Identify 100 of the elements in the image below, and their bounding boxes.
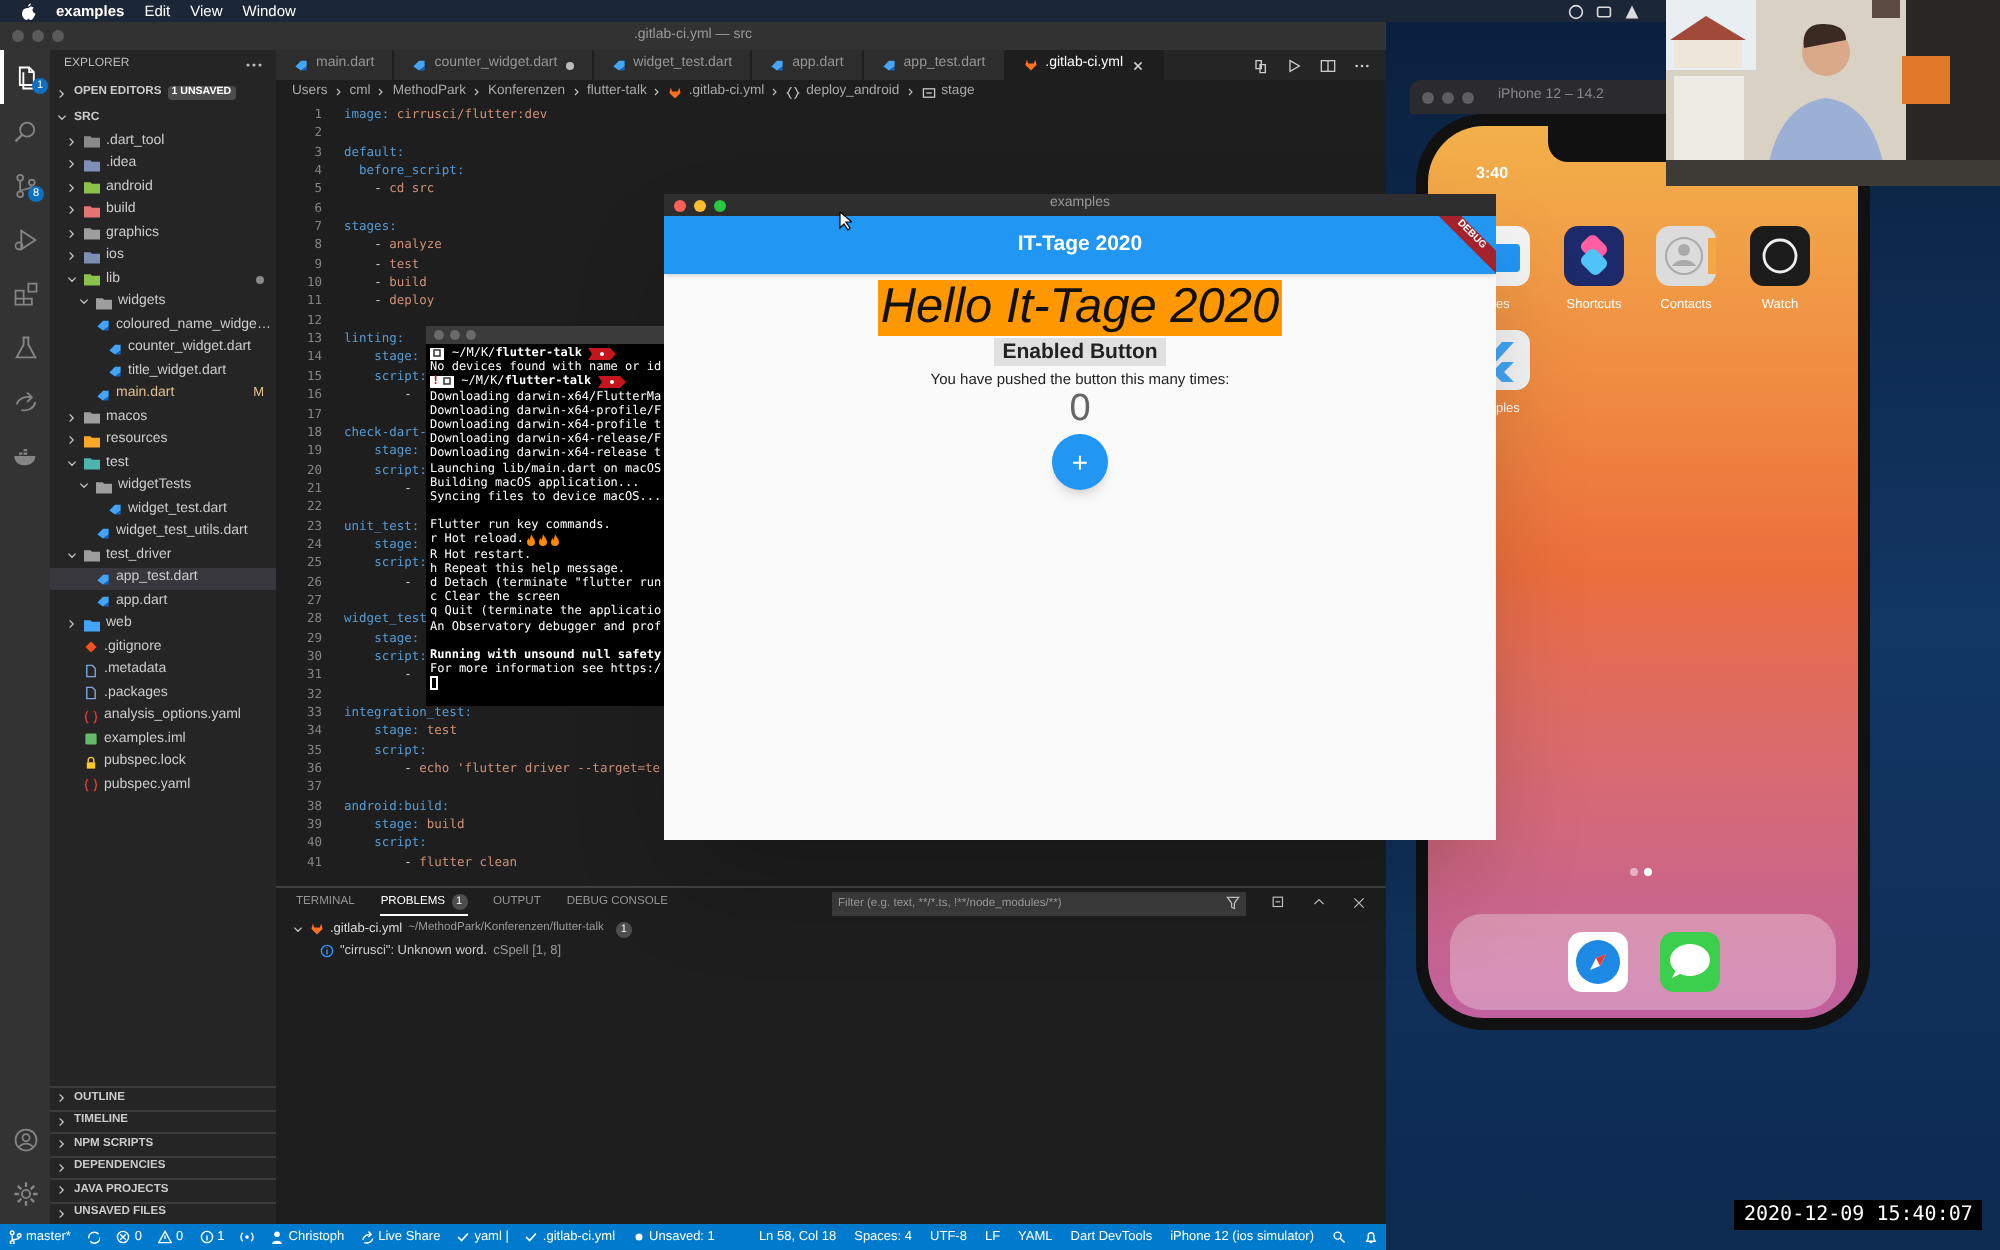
chevron-icon[interactable] — [66, 204, 78, 217]
chevron-icon[interactable] — [66, 411, 78, 424]
dart-icon — [96, 594, 110, 609]
status-item[interactable] — [240, 1230, 255, 1244]
chevron-icon — [333, 86, 344, 98]
chevron-icon[interactable] — [66, 135, 78, 148]
fox-icon — [1023, 58, 1038, 72]
flask-icon[interactable] — [11, 333, 39, 361]
chevron-icon[interactable] — [66, 457, 78, 470]
chevron-icon — [905, 86, 916, 98]
check-icon — [524, 1230, 539, 1244]
play-icon[interactable] — [1286, 57, 1302, 73]
pointer-icon — [838, 212, 852, 232]
text-cursor — [430, 676, 438, 691]
counter: 0 — [1069, 390, 1091, 431]
check-icon — [456, 1230, 471, 1244]
chevron-icon[interactable] — [56, 1115, 68, 1128]
dart-icon — [108, 502, 122, 517]
chevron-icon[interactable] — [56, 87, 68, 99]
dart-icon — [96, 318, 110, 333]
feedback-icon — [1332, 1230, 1346, 1244]
chevron-icon[interactable] — [56, 1161, 68, 1174]
chevron-icon[interactable] — [66, 227, 78, 240]
dart-icon — [108, 341, 122, 356]
timestamp: 2020-12-09 15:40:07 — [1734, 1200, 1983, 1230]
collapse-icon[interactable] — [1272, 896, 1286, 910]
compass-icon[interactable] — [1567, 932, 1627, 992]
braces-icon — [786, 85, 801, 99]
dart-icon — [881, 58, 896, 72]
dart-icon — [770, 58, 785, 72]
chevron-icon[interactable] — [56, 1207, 68, 1220]
close-icon[interactable] — [1131, 59, 1144, 71]
files-icon[interactable] — [13, 63, 41, 91]
apple-icon[interactable] — [20, 2, 36, 20]
chevron-icon[interactable] — [56, 1184, 68, 1197]
chevron-icon[interactable] — [78, 480, 90, 493]
enabled-button[interactable]: Enabled Button — [994, 338, 1166, 366]
chevron-icon[interactable] — [292, 923, 304, 935]
chevron-icon[interactable] — [66, 158, 78, 171]
split-icon[interactable] — [1320, 57, 1336, 73]
field-icon — [921, 85, 936, 99]
fox-icon — [310, 922, 324, 936]
chevron-icon[interactable] — [66, 273, 78, 286]
account-icon[interactable] — [11, 1125, 39, 1153]
shortcuts-icon[interactable] — [1564, 226, 1624, 286]
compare-icon[interactable] — [1252, 57, 1268, 73]
chevron-icon[interactable] — [66, 181, 78, 194]
dart-icon — [108, 364, 122, 379]
chevron-icon[interactable] — [56, 1092, 68, 1105]
chevron-icon[interactable] — [56, 112, 68, 124]
status-item[interactable] — [1332, 1230, 1346, 1244]
arrow-icon[interactable] — [11, 387, 39, 415]
broadcast-icon — [240, 1230, 255, 1244]
status-item[interactable] — [86, 1230, 101, 1244]
chevron-icon[interactable] — [66, 434, 78, 447]
headline: Hello It-Tage 2020 — [878, 280, 1282, 336]
prompt-icon — [441, 376, 452, 387]
chevron-icon — [770, 86, 781, 98]
search-icon[interactable] — [11, 117, 39, 145]
diamond-icon — [84, 640, 98, 655]
lock-icon — [84, 755, 98, 770]
settings-icon[interactable] — [11, 1179, 39, 1207]
error-icon — [116, 1230, 131, 1244]
chevron-icon[interactable] — [66, 549, 78, 562]
fox-icon — [668, 85, 683, 99]
bell-icon — [1364, 1230, 1378, 1244]
flutter-icon[interactable] — [1496, 330, 1530, 390]
dart-icon — [96, 571, 110, 586]
braces-icon — [84, 778, 98, 793]
chevron-icon[interactable] — [66, 618, 78, 631]
chevron-icon — [652, 86, 663, 98]
app-title: IT-Tage 2020 — [1017, 229, 1143, 260]
dart-icon — [611, 58, 626, 72]
close-icon[interactable] — [1352, 896, 1366, 910]
chevron-icon — [376, 86, 387, 98]
blocks-icon[interactable] — [11, 279, 39, 307]
dart-icon — [96, 525, 110, 540]
dart-icon — [412, 58, 427, 72]
clock: 3:40 — [1476, 162, 1509, 186]
braces-icon — [84, 709, 98, 724]
more-icon[interactable] — [246, 62, 262, 68]
sync-icon — [86, 1230, 101, 1244]
chevron-icon — [471, 86, 482, 98]
chevron-icon — [571, 86, 582, 98]
dot-icon — [631, 1230, 646, 1244]
dart-icon — [96, 387, 110, 402]
watch-icon[interactable] — [1750, 226, 1810, 286]
info-icon — [199, 1230, 214, 1244]
chevron-icon[interactable] — [78, 296, 90, 309]
person-icon — [270, 1230, 285, 1244]
chevron-icon[interactable] — [56, 1138, 68, 1151]
chevron-up-icon[interactable] — [1312, 896, 1326, 910]
chevron-icon[interactable] — [66, 250, 78, 263]
status-item[interactable] — [1364, 1230, 1378, 1244]
warning-icon — [158, 1230, 173, 1244]
file-icon — [84, 732, 98, 747]
arrow-icon — [360, 1230, 375, 1244]
filter-icon[interactable] — [1226, 896, 1240, 910]
folder-icon[interactable] — [1496, 226, 1530, 286]
info-icon — [320, 944, 334, 958]
